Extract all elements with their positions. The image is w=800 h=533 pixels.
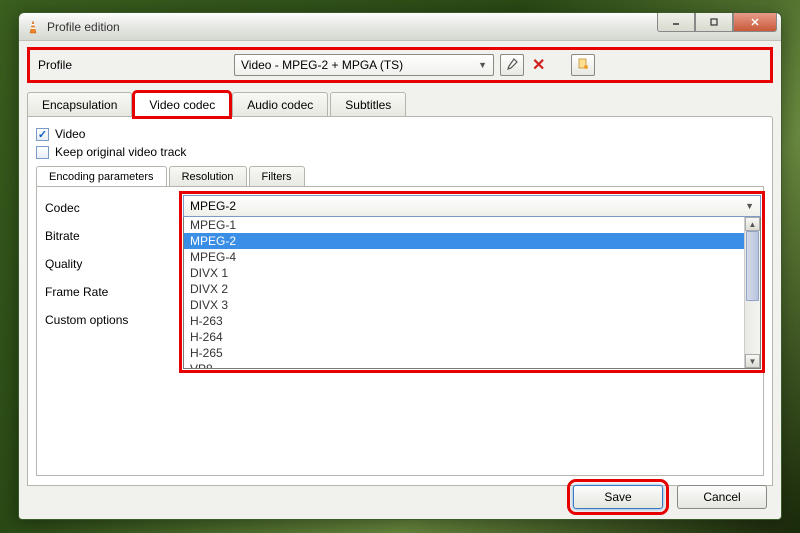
codec-option[interactable]: H-264: [184, 329, 744, 345]
scrollbar[interactable]: ▲ ▼: [744, 217, 760, 368]
edit-profile-button[interactable]: [500, 54, 524, 76]
video-codec-panel: Video Keep original video track Encoding…: [27, 116, 773, 486]
save-button[interactable]: Save: [573, 485, 663, 509]
codec-select[interactable]: MPEG-2 ▼ MPEG-1 MPEG-2 MPEG-4 DIVX 1 DIV…: [183, 195, 761, 369]
codec-option[interactable]: VP8: [184, 361, 744, 368]
tab-encapsulation[interactable]: Encapsulation: [27, 92, 132, 117]
video-checkbox[interactable]: [36, 128, 49, 141]
scroll-thumb[interactable]: [746, 231, 759, 301]
tab-filters[interactable]: Filters: [249, 166, 305, 187]
window-title: Profile edition: [47, 20, 120, 34]
keep-original-checkbox[interactable]: [36, 146, 49, 159]
cancel-button[interactable]: Cancel: [677, 485, 767, 509]
codec-option[interactable]: MPEG-2: [184, 233, 744, 249]
codec-option[interactable]: DIVX 1: [184, 265, 744, 281]
profile-selected-value: Video - MPEG-2 + MPGA (TS): [241, 58, 403, 72]
keep-original-label: Keep original video track: [55, 145, 186, 159]
scroll-up-button[interactable]: ▲: [745, 217, 760, 231]
delete-profile-button[interactable]: ✕: [532, 55, 545, 75]
profile-edition-window: Profile edition Profile Video - MPEG-2 +…: [18, 12, 782, 520]
tab-audio-codec[interactable]: Audio codec: [232, 92, 328, 117]
codec-option[interactable]: DIVX 2: [184, 281, 744, 297]
codec-option[interactable]: H-265: [184, 345, 744, 361]
quality-label: Quality: [45, 257, 165, 271]
profile-row: Profile Video - MPEG-2 + MPGA (TS) ▼ ✕: [27, 47, 773, 83]
dialog-footer: Save Cancel: [573, 485, 767, 509]
tab-encoding-parameters[interactable]: Encoding parameters: [36, 166, 167, 187]
codec-dropdown-list: MPEG-1 MPEG-2 MPEG-4 DIVX 1 DIVX 2 DIVX …: [183, 217, 761, 369]
window-controls: [657, 13, 777, 32]
codec-option[interactable]: MPEG-4: [184, 249, 744, 265]
bitrate-label: Bitrate: [45, 229, 165, 243]
titlebar[interactable]: Profile edition: [19, 13, 781, 41]
profile-label: Profile: [32, 58, 232, 72]
sub-tabs: Encoding parameters Resolution Filters: [36, 165, 764, 186]
codec-label: Codec: [45, 201, 165, 215]
maximize-button[interactable]: [695, 13, 733, 32]
vlc-cone-icon: [25, 19, 41, 35]
custom-options-label: Custom options: [45, 313, 165, 327]
codec-option[interactable]: MPEG-1: [184, 217, 744, 233]
codec-selected-value: MPEG-2: [190, 199, 236, 213]
video-check-row: Video: [36, 127, 764, 141]
scroll-down-button[interactable]: ▼: [745, 354, 760, 368]
keep-original-row: Keep original video track: [36, 145, 764, 159]
main-tabs: Encapsulation Video codec Audio codec Su…: [27, 91, 773, 116]
new-document-icon: [577, 58, 589, 73]
chevron-down-icon: ▼: [745, 201, 754, 211]
minimize-button[interactable]: [657, 13, 695, 32]
content-area: Profile Video - MPEG-2 + MPGA (TS) ▼ ✕ E…: [19, 41, 781, 519]
codec-option[interactable]: H-263: [184, 313, 744, 329]
video-checkbox-label: Video: [55, 127, 85, 141]
wrench-icon: [506, 58, 518, 73]
framerate-label: Frame Rate: [45, 285, 165, 299]
encoding-parameters-panel: Codec Bitrate Quality Frame Rate Custom …: [36, 186, 764, 476]
tab-subtitles[interactable]: Subtitles: [330, 92, 406, 117]
codec-option[interactable]: DIVX 3: [184, 297, 744, 313]
tab-video-codec[interactable]: Video codec: [134, 92, 230, 117]
tab-resolution[interactable]: Resolution: [169, 166, 247, 187]
close-button[interactable]: [733, 13, 777, 32]
chevron-down-icon: ▼: [478, 60, 487, 70]
codec-select-header[interactable]: MPEG-2 ▼: [183, 195, 761, 217]
codec-options: MPEG-1 MPEG-2 MPEG-4 DIVX 1 DIVX 2 DIVX …: [184, 217, 744, 368]
new-profile-button[interactable]: [571, 54, 595, 76]
profile-select[interactable]: Video - MPEG-2 + MPGA (TS) ▼: [234, 54, 494, 76]
